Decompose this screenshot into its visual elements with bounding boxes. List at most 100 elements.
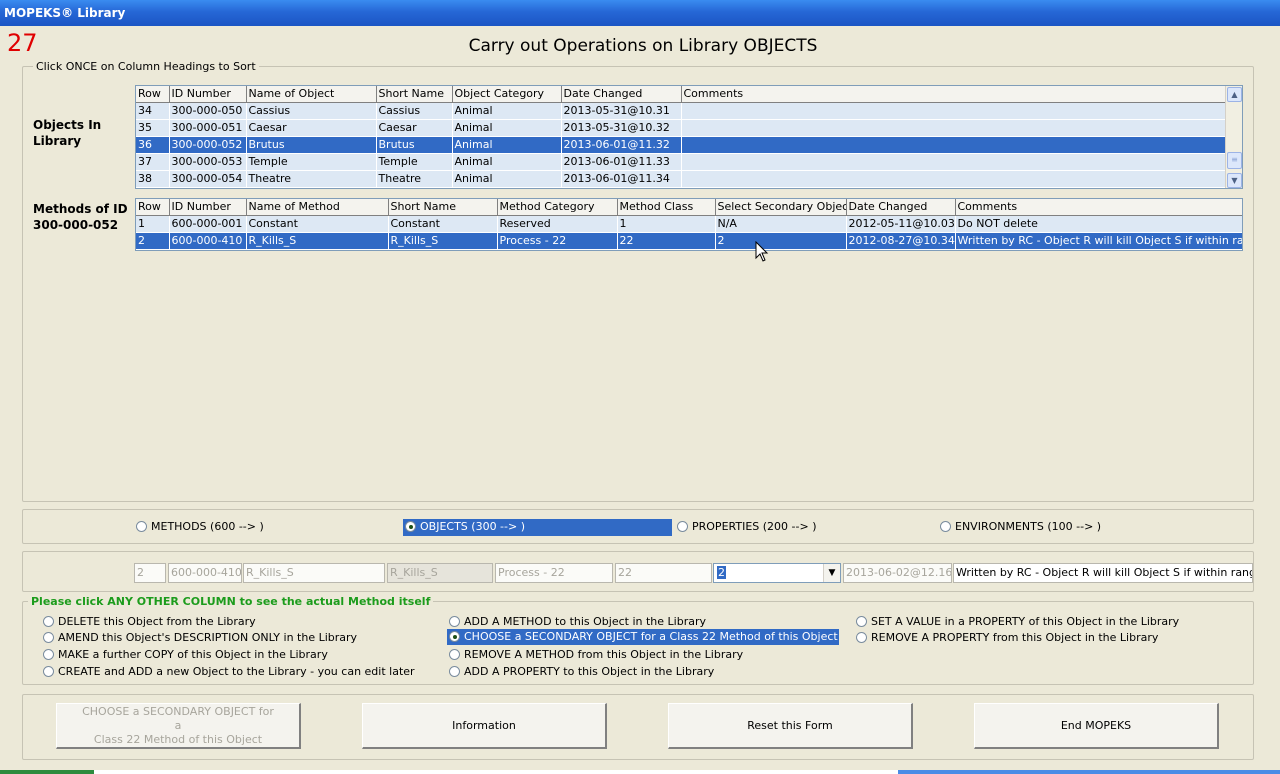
object-table-cell[interactable]: Animal [452, 153, 562, 171]
end-mopeks-button[interactable]: End MOPEKS [974, 703, 1219, 749]
mcol-header-date-changed[interactable]: Date Changed [846, 199, 956, 216]
method-table-cell[interactable]: 1 [136, 215, 170, 233]
methods-table[interactable]: Row ID Number Name of Method Short Name … [135, 198, 1243, 251]
col-header-name-of-object[interactable]: Name of Object [246, 86, 377, 103]
object-table-cell[interactable]: 37 [136, 153, 170, 171]
method-table-cell[interactable]: N/A [715, 215, 847, 233]
method-table-cell[interactable]: R_Kills_S [246, 232, 389, 250]
object-table-row[interactable]: 34 300-000-050 Cassius Cassius Animal 2013-05… [136, 102, 1227, 120]
object-table-row[interactable]: 36 300-000-052 Brutus Brutus Animal 2013-06-0… [136, 136, 1227, 154]
object-table-cell[interactable]: Theatre [376, 170, 453, 188]
method-table-cell[interactable]: Constant [246, 215, 389, 233]
mcol-header-method-class[interactable]: Method Class [617, 199, 716, 216]
object-table-row[interactable]: 38 300-000-054 Theatre Theatre Animal 2013-06… [136, 170, 1227, 188]
object-table-cell[interactable]: 36 [136, 136, 170, 154]
object-table-cell[interactable] [681, 153, 1227, 171]
object-table-cell[interactable]: 2013-05-31@10.31 [561, 102, 682, 120]
scroll-up-icon[interactable]: ▲ [1227, 87, 1242, 102]
secondary-object-dropdown[interactable]: 2 ▼ [713, 563, 841, 583]
object-table-cell[interactable]: Theatre [246, 170, 377, 188]
edit-category-field[interactable]: Process - 22 [495, 563, 613, 583]
col-header-id-number[interactable]: ID Number [169, 86, 247, 103]
method-table-cell[interactable]: Process - 22 [497, 232, 618, 250]
object-table-cell[interactable]: 38 [136, 170, 170, 188]
mcol-header-name-of-method[interactable]: Name of Method [246, 199, 389, 216]
edit-class-field[interactable]: 22 [615, 563, 712, 583]
object-table-row[interactable]: 37 300-000-053 Temple Temple Animal 2013-06-0… [136, 153, 1227, 171]
op-choose-secondary-object[interactable]: CHOOSE a SECONDARY OBJECT for a Class 22… [447, 629, 839, 645]
objects-table[interactable]: Row ID Number Name of Object Short Name … [135, 85, 1243, 189]
object-table-cell[interactable]: Animal [452, 170, 562, 188]
object-table-cell[interactable]: 2013-06-01@11.32 [561, 136, 682, 154]
reset-form-button[interactable]: Reset this Form [668, 703, 913, 749]
object-table-cell[interactable]: 300-000-054 [169, 170, 247, 188]
object-table-cell[interactable]: 2013-06-01@11.34 [561, 170, 682, 188]
mcol-header-short-name[interactable]: Short Name [388, 199, 498, 216]
radio-environments[interactable]: ENVIRONMENTS (100 --> ) [938, 519, 1101, 534]
method-table-cell[interactable]: 2012-05-11@10.03 [846, 215, 956, 233]
mcol-header-select-secondary-object[interactable]: Select Secondary Object [715, 199, 847, 216]
mcol-header-method-category[interactable]: Method Category [497, 199, 618, 216]
object-table-cell[interactable]: Cassius [376, 102, 453, 120]
object-table-cell[interactable]: Animal [452, 102, 562, 120]
object-table-cell[interactable]: 300-000-051 [169, 119, 247, 137]
object-table-cell[interactable] [681, 119, 1227, 137]
col-header-short-name[interactable]: Short Name [376, 86, 453, 103]
object-table-cell[interactable]: Brutus [246, 136, 377, 154]
object-table-cell[interactable]: 300-000-052 [169, 136, 247, 154]
object-table-cell[interactable]: Caesar [376, 119, 453, 137]
op-remove-method[interactable]: REMOVE A METHOD from this Object in the … [447, 647, 743, 662]
object-table-cell[interactable]: 300-000-053 [169, 153, 247, 171]
op-make-copy[interactable]: MAKE a further COPY of this Object in th… [41, 647, 328, 662]
edit-id-field[interactable]: 600-000-410 [168, 563, 242, 583]
edit-comments-field[interactable]: Written by RC - Object R will kill Objec… [953, 563, 1253, 583]
edit-row-field[interactable]: 2 [134, 563, 166, 583]
method-table-cell[interactable]: Do NOT delete [955, 215, 1242, 233]
choose-secondary-object-button[interactable]: CHOOSE a SECONDARY OBJECT for a Class 22… [56, 703, 301, 749]
object-table-cell[interactable]: Brutus [376, 136, 453, 154]
object-table-cell[interactable]: Caesar [246, 119, 377, 137]
method-table-cell[interactable]: 2 [715, 232, 847, 250]
method-table-cell[interactable]: 600-000-001 [169, 215, 247, 233]
method-table-cell[interactable]: Constant [388, 215, 498, 233]
col-header-row[interactable]: Row [136, 86, 170, 103]
scroll-down-icon[interactable]: ▼ [1227, 173, 1242, 188]
object-table-cell[interactable] [681, 102, 1227, 120]
mcol-header-comments[interactable]: Comments [955, 199, 1242, 216]
method-table-cell[interactable]: 2 [136, 232, 170, 250]
radio-objects[interactable]: OBJECTS (300 --> ) [403, 519, 672, 536]
radio-methods[interactable]: METHODS (600 --> ) [134, 519, 264, 534]
object-table-cell[interactable]: Temple [246, 153, 377, 171]
method-table-row[interactable]: 1 600-000-001 Constant Constant Reserved 1 N/A… [136, 215, 1242, 233]
method-table-cell[interactable]: 600-000-410 [169, 232, 247, 250]
method-table-cell[interactable]: Written by RC - Object R will kill Objec… [955, 232, 1242, 250]
op-delete-object[interactable]: DELETE this Object from the Library [41, 614, 256, 629]
object-table-cell[interactable]: 2013-06-01@11.33 [561, 153, 682, 171]
op-create-object[interactable]: CREATE and ADD a new Object to the Libra… [41, 664, 415, 679]
method-table-row[interactable]: 2 600-000-410 R_Kills_S R_Kills_S Process - … [136, 232, 1242, 250]
edit-short-name-field[interactable]: R_Kills_S [387, 563, 493, 583]
op-add-property[interactable]: ADD A PROPERTY to this Object in the Lib… [447, 664, 714, 679]
mcol-header-row[interactable]: Row [136, 199, 170, 216]
object-table-cell[interactable] [681, 170, 1227, 188]
object-table-cell[interactable]: 300-000-050 [169, 102, 247, 120]
window-title-bar[interactable]: MOPEKS® Library [0, 0, 1280, 26]
object-table-cell[interactable]: 2013-05-31@10.32 [561, 119, 682, 137]
object-table-cell[interactable]: Animal [452, 119, 562, 137]
method-table-cell[interactable]: R_Kills_S [388, 232, 498, 250]
object-table-cell[interactable]: Animal [452, 136, 562, 154]
object-table-cell[interactable]: 35 [136, 119, 170, 137]
object-table-cell[interactable]: Cassius [246, 102, 377, 120]
col-header-object-category[interactable]: Object Category [452, 86, 562, 103]
object-table-cell[interactable]: 34 [136, 102, 170, 120]
col-header-date-changed[interactable]: Date Changed [561, 86, 682, 103]
method-table-cell[interactable]: 1 [617, 215, 716, 233]
edit-date-field[interactable]: 2013-06-02@12.16 [843, 563, 952, 583]
objects-scrollbar[interactable]: ▲ ≡ ▼ [1225, 86, 1242, 188]
method-table-cell[interactable]: 2012-08-27@10.34 [846, 232, 956, 250]
op-add-method[interactable]: ADD A METHOD to this Object in the Libra… [447, 614, 706, 629]
chevron-down-icon[interactable]: ▼ [823, 564, 840, 582]
op-remove-property[interactable]: REMOVE A PROPERTY from this Object in th… [854, 630, 1158, 645]
mcol-header-id-number[interactable]: ID Number [169, 199, 247, 216]
method-table-cell[interactable]: 22 [617, 232, 716, 250]
